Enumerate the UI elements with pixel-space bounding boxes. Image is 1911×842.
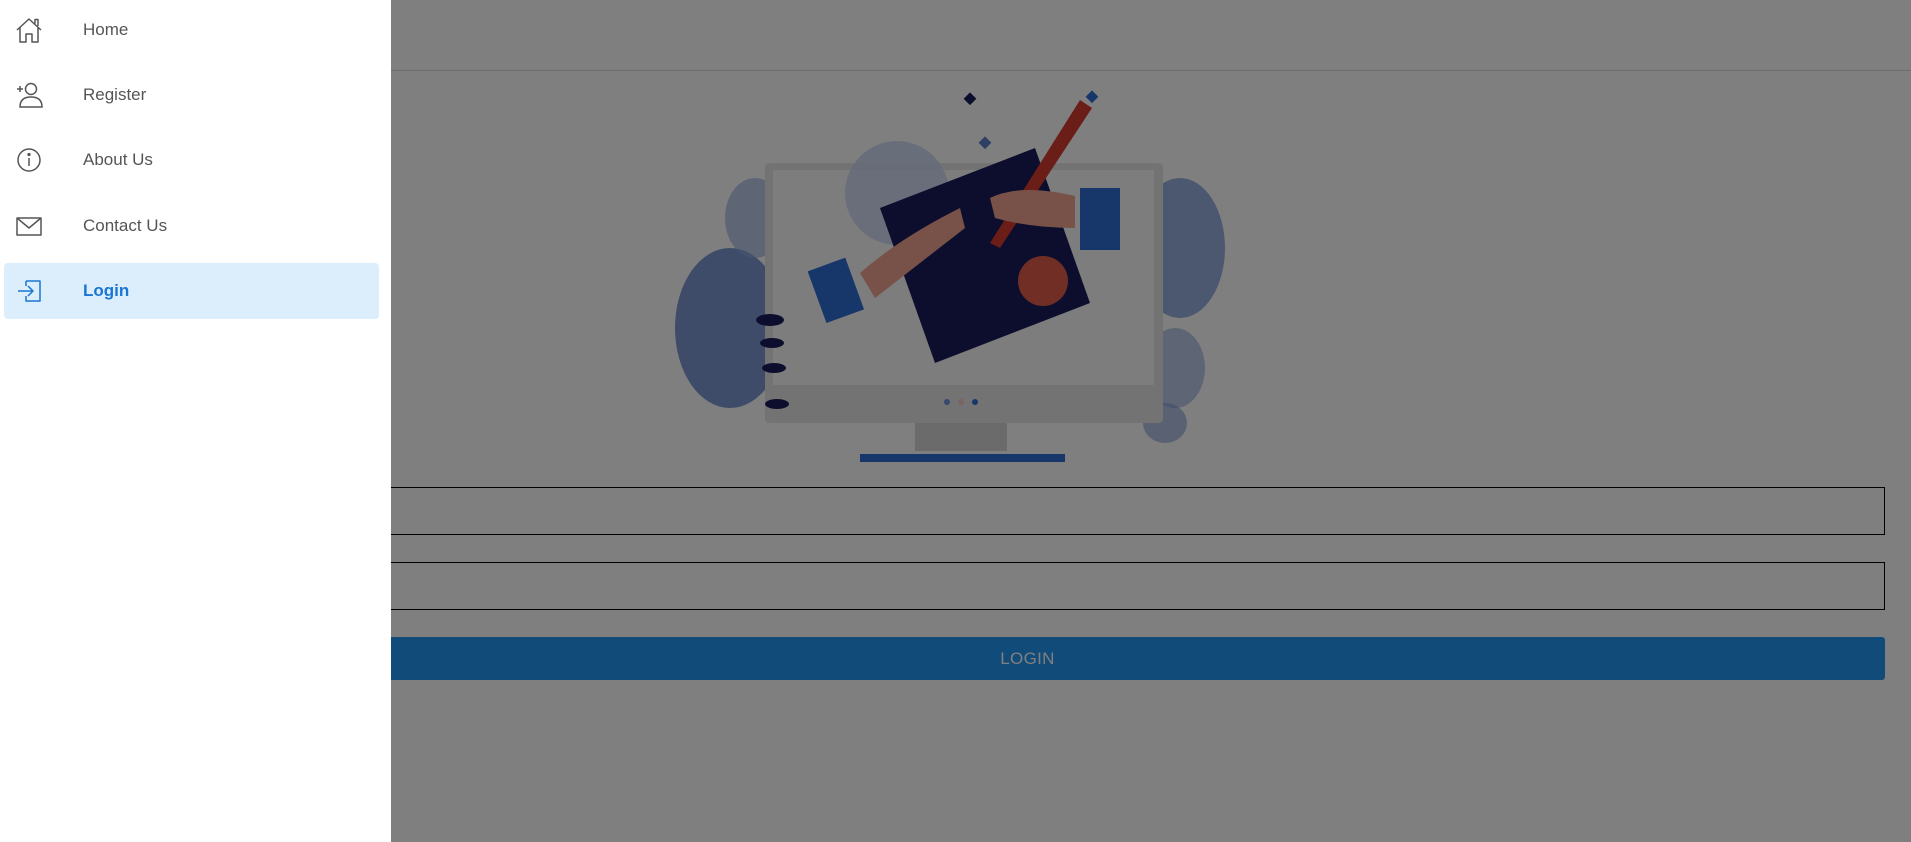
navigation-drawer: Home Register About Us Contact Us Login: [0, 0, 391, 842]
login-icon: [14, 276, 44, 306]
drawer-item-about-us[interactable]: About Us: [4, 132, 379, 188]
drawer-item-home[interactable]: Home: [4, 2, 379, 58]
home-icon: [14, 15, 44, 45]
drawer-item-label: Login: [83, 281, 130, 300]
mail-icon: [14, 211, 44, 241]
person-add-icon: [14, 80, 44, 110]
drawer-item-label: Register: [83, 85, 147, 104]
info-icon: [14, 145, 44, 175]
drawer-item-label: Contact Us: [83, 216, 168, 235]
drawer-item-label: About Us: [83, 150, 153, 169]
drawer-item-contact-us[interactable]: Contact Us: [4, 198, 379, 254]
drawer-item-login[interactable]: Login: [4, 263, 379, 319]
drawer-item-register[interactable]: Register: [4, 67, 379, 123]
drawer-item-label: Home: [83, 20, 129, 39]
